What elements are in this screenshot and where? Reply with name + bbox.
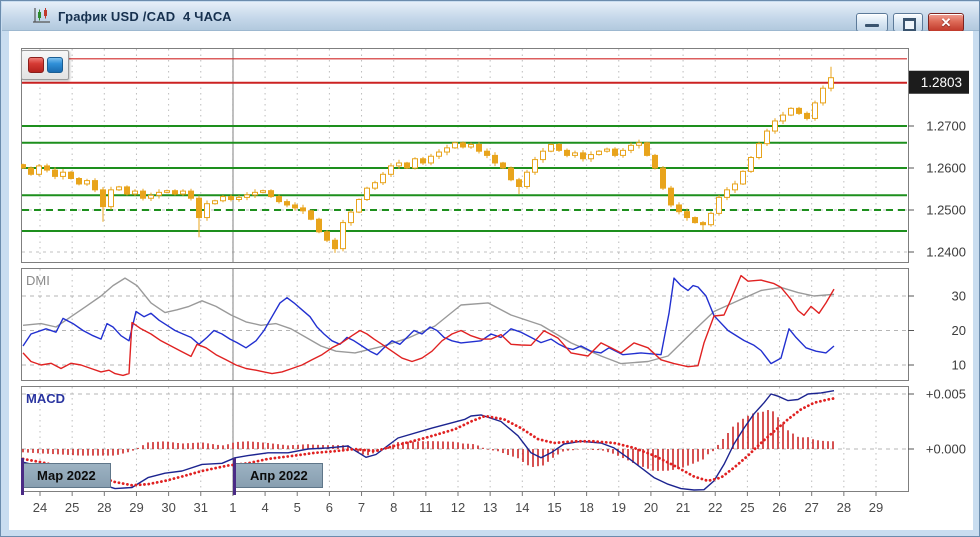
svg-text:14: 14	[515, 500, 529, 515]
svg-text:27: 27	[804, 500, 818, 515]
titlebar[interactable]: График USD /CAD 4 ЧАСА ✕	[2, 2, 980, 31]
svg-text:30: 30	[952, 289, 966, 304]
svg-text:21: 21	[676, 500, 690, 515]
month-label-march: Мар 2022	[22, 463, 111, 488]
chart-client-area: 1.2700 1.2600 1.2500 1.2400 1.2803 30 20 10 +0…	[9, 31, 973, 530]
svg-text:18: 18	[579, 500, 593, 515]
svg-text:1.2803: 1.2803	[921, 75, 962, 90]
dmi-label: DMI	[26, 273, 50, 288]
svg-text:28: 28	[97, 500, 111, 515]
svg-text:13: 13	[483, 500, 497, 515]
svg-text:8: 8	[390, 500, 397, 515]
blue-marker-button[interactable]	[47, 57, 63, 73]
month-label-april: Апр 2022	[235, 463, 323, 488]
svg-text:20: 20	[952, 323, 966, 338]
marker-toolbar	[21, 50, 69, 80]
svg-text:29: 29	[129, 500, 143, 515]
svg-text:30: 30	[161, 500, 175, 515]
svg-text:+0.000: +0.000	[926, 442, 966, 457]
window-controls: ✕	[856, 13, 964, 32]
month-label-march-text: Мар 2022	[37, 468, 96, 483]
svg-text:6: 6	[326, 500, 333, 515]
close-button[interactable]: ✕	[928, 13, 964, 32]
chart-app-icon	[32, 7, 52, 25]
svg-text:1: 1	[229, 500, 236, 515]
svg-text:15: 15	[547, 500, 561, 515]
dmi-indicator-chart[interactable]: 30 20 10	[21, 268, 971, 381]
svg-text:11: 11	[419, 500, 433, 515]
svg-text:31: 31	[194, 500, 208, 515]
svg-text:1.2400: 1.2400	[926, 245, 966, 260]
svg-text:25: 25	[740, 500, 754, 515]
svg-text:1.2700: 1.2700	[926, 119, 966, 134]
svg-text:12: 12	[451, 500, 465, 515]
svg-text:1.2600: 1.2600	[926, 161, 966, 176]
macd-label: MACD	[26, 391, 65, 406]
window-title: График USD /CAD 4 ЧАСА	[58, 9, 232, 24]
svg-text:7: 7	[358, 500, 365, 515]
svg-text:25: 25	[65, 500, 79, 515]
price-chart[interactable]: 1.2700 1.2600 1.2500 1.2400 1.2803	[21, 48, 971, 263]
svg-text:28: 28	[837, 500, 851, 515]
svg-text:29: 29	[869, 500, 883, 515]
maximize-button[interactable]	[893, 13, 923, 32]
svg-text:20: 20	[644, 500, 658, 515]
chart-window: График USD /CAD 4 ЧАСА ✕ 1.27001.26001.2…	[0, 0, 980, 537]
minimize-icon	[865, 24, 879, 27]
maximize-icon	[903, 18, 916, 31]
svg-text:10: 10	[952, 358, 966, 373]
month-separator-march	[21, 458, 24, 495]
month-label-april-text: Апр 2022	[250, 468, 308, 483]
svg-text:1.2500: 1.2500	[926, 203, 966, 218]
minimize-button[interactable]	[856, 13, 888, 32]
macd-indicator-chart[interactable]: +0.005 +0.000	[21, 386, 971, 492]
svg-text:22: 22	[708, 500, 722, 515]
svg-text:5: 5	[294, 500, 301, 515]
svg-text:24: 24	[33, 500, 47, 515]
svg-text:4: 4	[261, 500, 268, 515]
x-axis: 2425282930311456781112131415181920212225…	[21, 492, 971, 524]
red-marker-button[interactable]	[28, 57, 44, 73]
svg-text:+0.005: +0.005	[926, 387, 966, 402]
month-separator-april	[233, 458, 236, 495]
svg-text:26: 26	[772, 500, 786, 515]
close-icon: ✕	[929, 14, 963, 32]
svg-text:19: 19	[612, 500, 626, 515]
